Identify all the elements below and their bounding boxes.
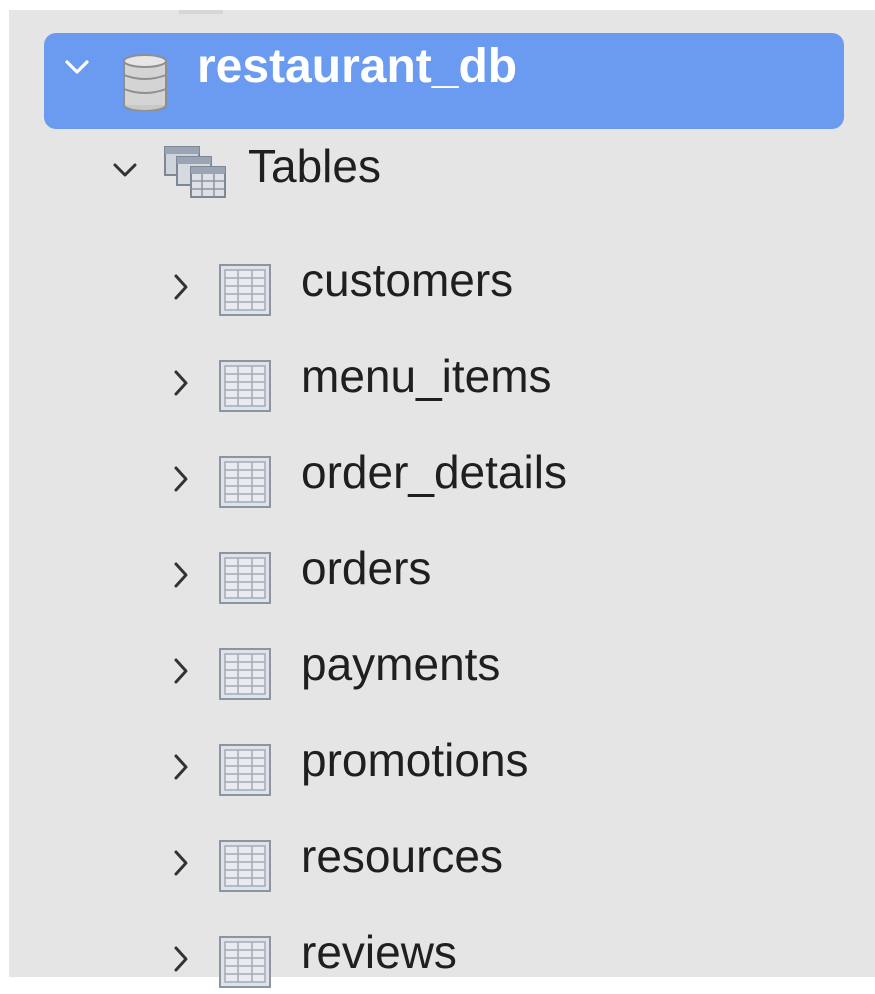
table-name: orders	[301, 542, 432, 594]
table-icon	[219, 744, 271, 801]
tree-item-table[interactable]: reviews	[9, 926, 875, 994]
table-icon	[219, 360, 271, 417]
table-icon	[219, 456, 271, 513]
table-name: promotions	[301, 734, 529, 786]
chevron-down-icon[interactable]	[64, 59, 90, 80]
table-name: order_details	[301, 446, 567, 498]
tree-item-table[interactable]: resources	[9, 830, 875, 898]
table-icon	[219, 840, 271, 897]
tree-item-restaurant-db[interactable]: restaurant_db	[44, 33, 844, 129]
chevron-right-icon[interactable]	[172, 560, 190, 595]
tree-item-table[interactable]: order_details	[9, 446, 875, 514]
table-icon	[219, 552, 271, 609]
tree-item-table[interactable]: orders	[9, 542, 875, 610]
table-name: customers	[301, 254, 514, 306]
chevron-right-icon[interactable]	[172, 272, 190, 307]
table-icon	[219, 264, 271, 321]
database-name: restaurant_db	[197, 40, 518, 93]
tables-folder-icon	[163, 143, 229, 206]
schema-navigator-panel: restaurant_db Tables customers menu_item…	[9, 10, 875, 988]
chevron-down-icon[interactable]	[112, 162, 138, 183]
database-icon	[122, 53, 168, 116]
table-name: reviews	[301, 926, 457, 978]
chevron-right-icon[interactable]	[172, 368, 190, 403]
tree-item-table[interactable]: payments	[9, 638, 875, 706]
table-name: resources	[301, 830, 503, 882]
table-name: menu_items	[301, 350, 552, 402]
panel-top-edge	[179, 10, 223, 14]
tree-item-table[interactable]: customers	[9, 254, 875, 322]
table-icon	[219, 648, 271, 705]
chevron-right-icon[interactable]	[172, 848, 190, 883]
tree-item-table[interactable]: menu_items	[9, 350, 875, 418]
group-label-tables: Tables	[248, 140, 381, 192]
chevron-right-icon[interactable]	[172, 752, 190, 787]
tree-item-tables[interactable]: Tables	[9, 138, 875, 198]
chevron-right-icon[interactable]	[172, 464, 190, 499]
tree-item-table[interactable]: promotions	[9, 734, 875, 802]
table-icon	[219, 936, 271, 993]
table-name: payments	[301, 638, 501, 690]
chevron-right-icon[interactable]	[172, 944, 190, 979]
chevron-right-icon[interactable]	[172, 656, 190, 691]
